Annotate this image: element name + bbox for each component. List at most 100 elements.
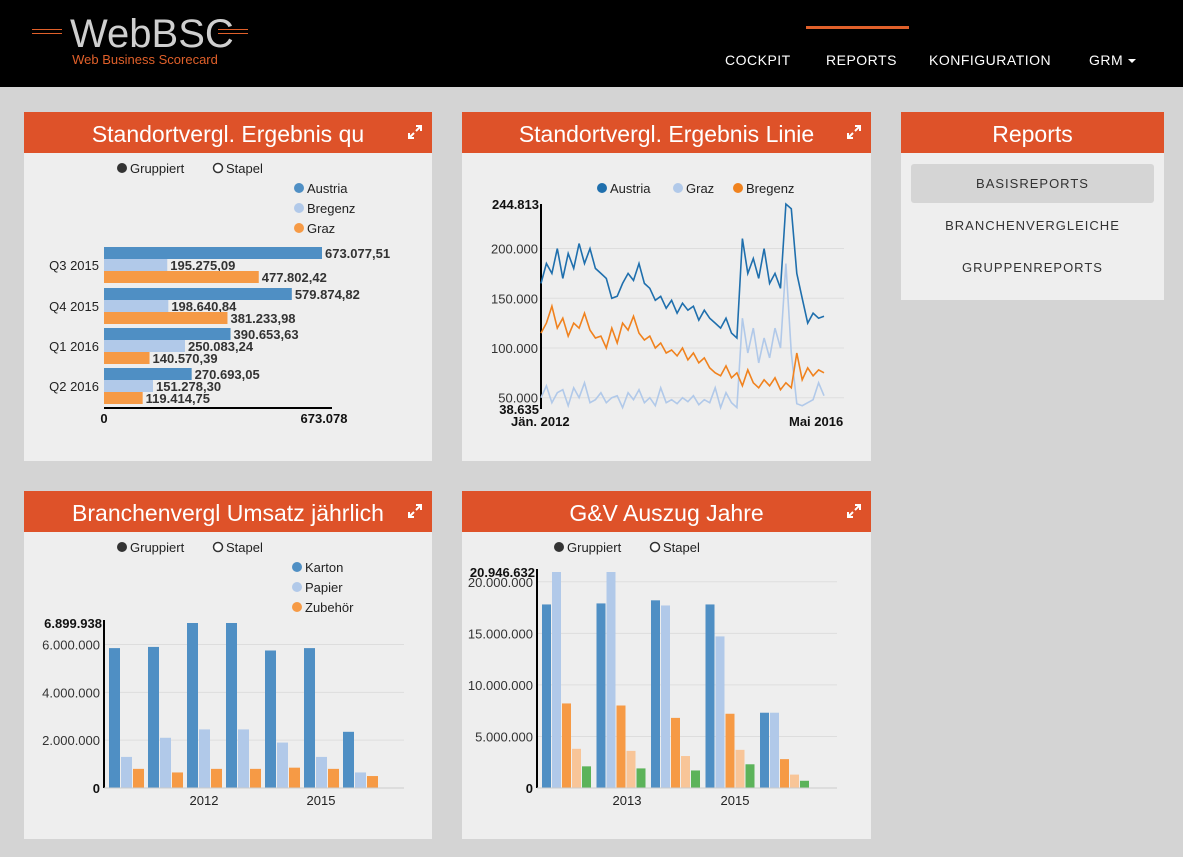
series-line-graz[interactable] [540,263,825,411]
legend-item[interactable]: Austria [610,181,651,196]
bar[interactable] [780,759,789,788]
y-tick-label: 2.000.000 [42,733,100,748]
bar[interactable] [745,764,755,788]
expand-icon[interactable] [846,124,862,140]
expand-icon[interactable] [846,503,862,519]
app-logo[interactable]: WebBSC Web Business Scorecard [30,8,255,70]
bar-bregenz[interactable] [104,259,168,271]
bar[interactable] [226,623,237,788]
bar[interactable] [133,768,144,788]
bar-graz[interactable] [104,352,150,364]
panel-title-text: Standortvergl. Ergebnis Linie [518,121,815,147]
bar[interactable] [343,731,354,788]
nav-cockpit[interactable]: COCKPIT [725,52,791,68]
expand-icon[interactable] [407,124,423,140]
legend-marker[interactable] [673,183,683,193]
bar[interactable] [636,768,646,788]
category-label: Q2 2016 [49,379,99,394]
bar[interactable] [562,703,571,788]
bar-bregenz[interactable] [104,300,169,312]
bar[interactable] [790,774,799,788]
bar[interactable] [572,748,581,788]
bar-graz[interactable] [104,392,143,404]
bar[interactable] [651,600,660,788]
panel-title: Standortvergl. Ergebnis qu [24,112,432,153]
y-tick-label: 150.000 [491,291,538,306]
bar[interactable] [289,767,300,788]
legend-item[interactable]: Graz [307,221,335,236]
bar[interactable] [211,768,222,788]
radio-stapel[interactable] [649,541,661,553]
bar[interactable] [770,712,779,788]
data-label: 477.802,42 [262,270,327,285]
x-label-end: Mai 2016 [789,414,843,429]
sidebar-item-gruppenreports[interactable]: GRUPPENREPORTS [911,248,1154,287]
legend-marker[interactable] [292,562,302,572]
legend-marker[interactable] [292,602,302,612]
bar[interactable] [616,705,626,788]
bar[interactable] [277,742,288,788]
bar[interactable] [542,604,551,788]
bar[interactable] [715,636,725,788]
bar[interactable] [265,650,276,788]
bar[interactable] [582,766,591,788]
legend-item[interactable]: Papier [305,580,343,595]
legend-item[interactable]: Bregenz [746,181,794,196]
legend-item[interactable]: Karton [305,560,343,575]
radio-gruppiert[interactable] [117,163,127,173]
bar[interactable] [160,737,171,788]
bar[interactable] [705,604,715,788]
bar[interactable] [681,756,690,788]
legend-marker[interactable] [597,183,607,193]
bar-graz[interactable] [104,271,259,283]
legend-item[interactable]: Bregenz [307,201,355,216]
bar[interactable] [304,648,315,788]
legend-marker[interactable] [294,183,304,193]
legend-marker[interactable] [294,223,304,233]
bar[interactable] [626,750,636,788]
bar[interactable] [148,646,159,788]
bar[interactable] [552,572,561,788]
toggle-label-stapel: Stapel [226,161,263,176]
bar[interactable] [606,572,616,788]
legend-item[interactable]: Zubehör [305,600,354,615]
nav-konfiguration[interactable]: KONFIGURATION [929,52,1051,68]
bar-graz[interactable] [104,312,228,324]
bar[interactable] [355,772,366,788]
radio-gruppiert[interactable] [117,542,127,552]
radio-gruppiert[interactable] [554,542,564,552]
nav-reports[interactable]: REPORTS [826,52,897,68]
bar[interactable] [250,768,261,788]
bar[interactable] [800,780,809,788]
sidebar-item-branchenvergleiche[interactable]: BRANCHENVERGLEICHE [911,206,1154,245]
expand-icon[interactable] [407,503,423,519]
bar[interactable] [691,770,700,788]
bar[interactable] [735,749,745,788]
radio-stapel[interactable] [212,541,224,553]
radio-stapel[interactable] [212,162,224,174]
bar[interactable] [328,768,339,788]
bar[interactable] [199,729,210,788]
legend-marker[interactable] [294,203,304,213]
bar[interactable] [109,648,120,788]
bar[interactable] [671,717,680,788]
nav-user-menu[interactable]: GRM [1089,52,1137,68]
bar[interactable] [238,729,249,788]
nav-active-indicator [806,26,909,29]
legend-item[interactable]: Graz [686,181,714,196]
bar[interactable] [596,603,606,788]
bar[interactable] [121,756,132,788]
bar[interactable] [367,776,378,788]
bar[interactable] [661,605,670,788]
bar[interactable] [187,623,198,788]
top-navbar: WebBSC Web Business Scorecard COCKPIT RE… [0,0,1183,87]
legend-item[interactable]: Austria [307,181,348,196]
legend-marker[interactable] [292,582,302,592]
legend-marker[interactable] [733,183,743,193]
bar[interactable] [172,772,183,788]
bar[interactable] [725,713,735,788]
sidebar-item-basisreports[interactable]: BASISREPORTS [911,164,1154,203]
bar[interactable] [760,712,769,788]
bar[interactable] [316,756,327,788]
y-max-label: 6.899.938 [44,616,102,631]
